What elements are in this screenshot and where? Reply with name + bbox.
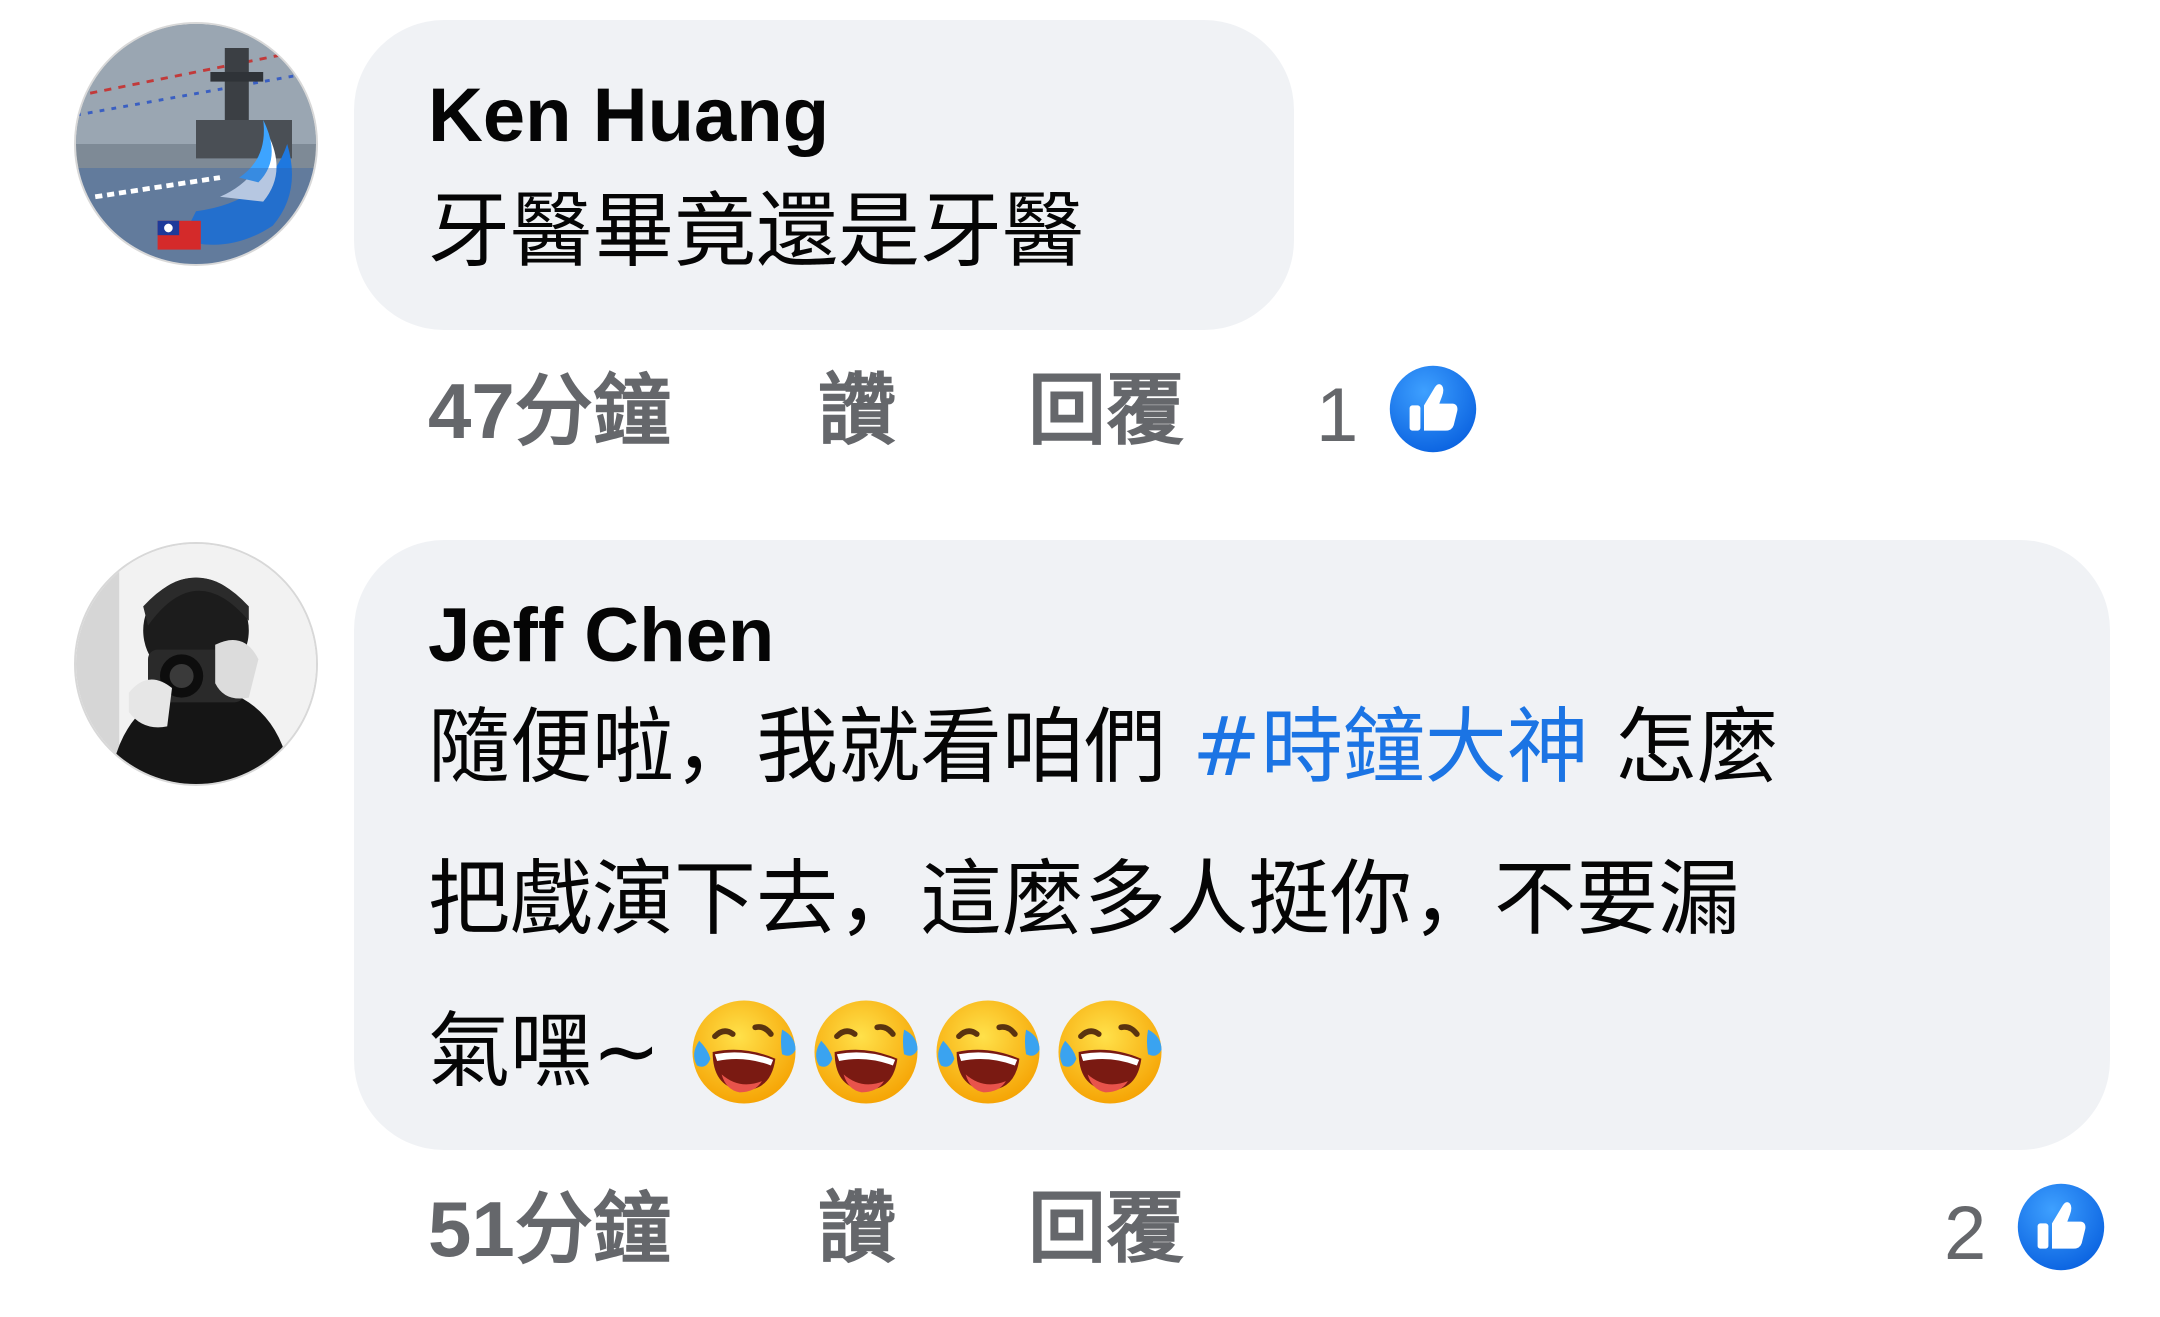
comment-timestamp[interactable]: 51分鐘 <box>428 1190 671 1268</box>
like-reaction-badge[interactable] <box>1384 360 1482 458</box>
face-with-tears-of-joy-icon <box>688 996 800 1108</box>
face-with-tears-of-joy-icon <box>932 996 1044 1108</box>
like-button[interactable]: 讚 <box>818 372 896 450</box>
avatar[interactable] <box>74 542 318 786</box>
emoji-group <box>688 996 1166 1108</box>
reply-button[interactable]: 回覆 <box>1028 372 1184 450</box>
comment-text-line: 隨便啦，我就看咱們 #時鐘大神 怎麼 <box>428 672 1779 824</box>
reply-button[interactable]: 回覆 <box>1028 1190 1184 1268</box>
reaction-count[interactable]: 1 <box>1316 378 1358 454</box>
comment-text: 牙醫畢竟還是牙醫 <box>428 184 1085 279</box>
comment-text-line: 氣嘿~ <box>428 1004 661 1099</box>
reaction-count[interactable]: 2 <box>1944 1196 1986 1272</box>
like-reaction-badge[interactable] <box>2012 1178 2110 1276</box>
comment-text-line: 把戲演下去，這麼多人挺你，不要漏 <box>428 852 1741 947</box>
navy-avatar-icon <box>76 24 316 264</box>
like-reaction-icon <box>1389 365 1477 453</box>
comment-text-segment: 隨便啦，我就看咱們 <box>428 700 1193 795</box>
comment-author[interactable]: Jeff Chen <box>428 598 774 674</box>
face-with-tears-of-joy-icon <box>1054 996 1166 1108</box>
hashtag-link[interactable]: #時鐘大神 <box>1192 700 1589 795</box>
avatar[interactable] <box>74 22 318 266</box>
comment-timestamp[interactable]: 47分鐘 <box>428 372 671 450</box>
comment-author[interactable]: Ken Huang <box>428 78 829 154</box>
photographer-avatar-icon <box>76 544 316 784</box>
like-reaction-icon <box>2017 1183 2105 1271</box>
comment-text-segment: 怎麼 <box>1588 700 1779 795</box>
like-button[interactable]: 讚 <box>818 1190 896 1268</box>
face-with-tears-of-joy-icon <box>810 996 922 1108</box>
